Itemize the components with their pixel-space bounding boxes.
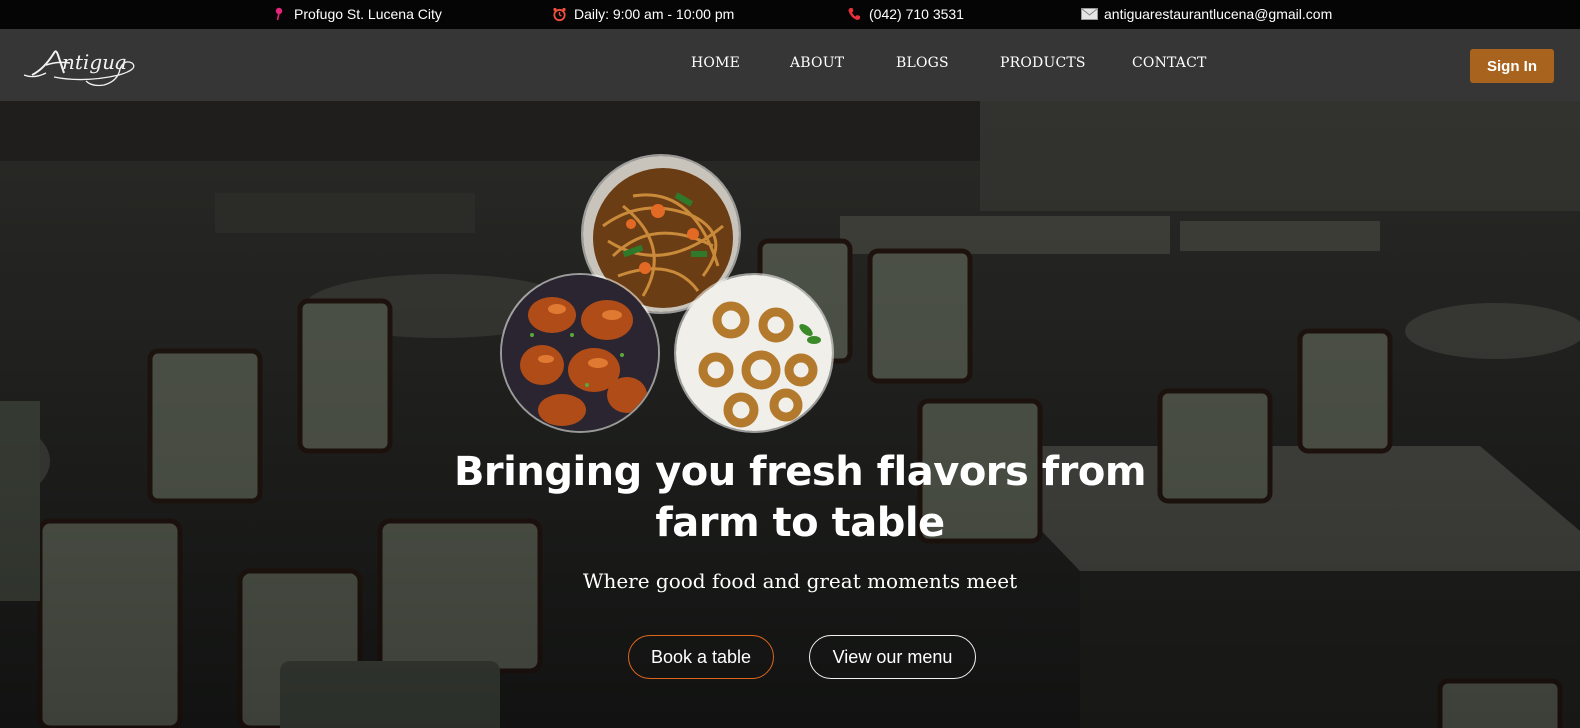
chicken-image: [500, 273, 660, 433]
calamari-image: [674, 273, 834, 433]
nav-home[interactable]: HOME: [691, 55, 740, 71]
phone-text[interactable]: (042) 710 3531: [869, 6, 964, 22]
hours-text: Daily: 9:00 am - 10:00 pm: [574, 6, 735, 22]
hero-section: Bringing you fresh flavors from farm to …: [0, 101, 1580, 728]
location-info: Profugo St. Lucena City: [270, 6, 442, 22]
email-text[interactable]: antiguarestaurantlucena@gmail.com: [1104, 6, 1332, 22]
nav-blogs[interactable]: BLOGS: [896, 55, 949, 71]
top-info-bar: Profugo St. Lucena City Daily: 9:00 am -…: [0, 0, 1580, 29]
location-text: Profugo St. Lucena City: [294, 6, 442, 22]
map-pin-icon: [270, 6, 288, 22]
sign-in-button[interactable]: Sign In: [1470, 49, 1554, 83]
nav-links: HOME ABOUT BLOGS PRODUCTS CONTACT: [0, 55, 1580, 75]
main-navbar: ntigua HOME ABOUT BLOGS PRODUCTS CONTACT…: [0, 29, 1580, 101]
phone-info[interactable]: (042) 710 3531: [845, 6, 964, 22]
book-table-button[interactable]: Book a table: [628, 635, 774, 679]
view-menu-button[interactable]: View our menu: [809, 635, 976, 679]
phone-icon: [845, 6, 863, 22]
hours-info: Daily: 9:00 am - 10:00 pm: [550, 6, 734, 22]
alarm-clock-icon: [550, 6, 568, 22]
hero-headline: Bringing you fresh flavors from farm to …: [453, 449, 1147, 546]
nav-about[interactable]: ABOUT: [790, 55, 844, 71]
envelope-icon: [1080, 6, 1098, 22]
nav-contact[interactable]: CONTACT: [1132, 55, 1207, 71]
hero-subline: Where good food and great moments meet: [582, 569, 1018, 593]
nav-products[interactable]: PRODUCTS: [1000, 55, 1086, 71]
email-info[interactable]: antiguarestaurantlucena@gmail.com: [1080, 6, 1332, 22]
